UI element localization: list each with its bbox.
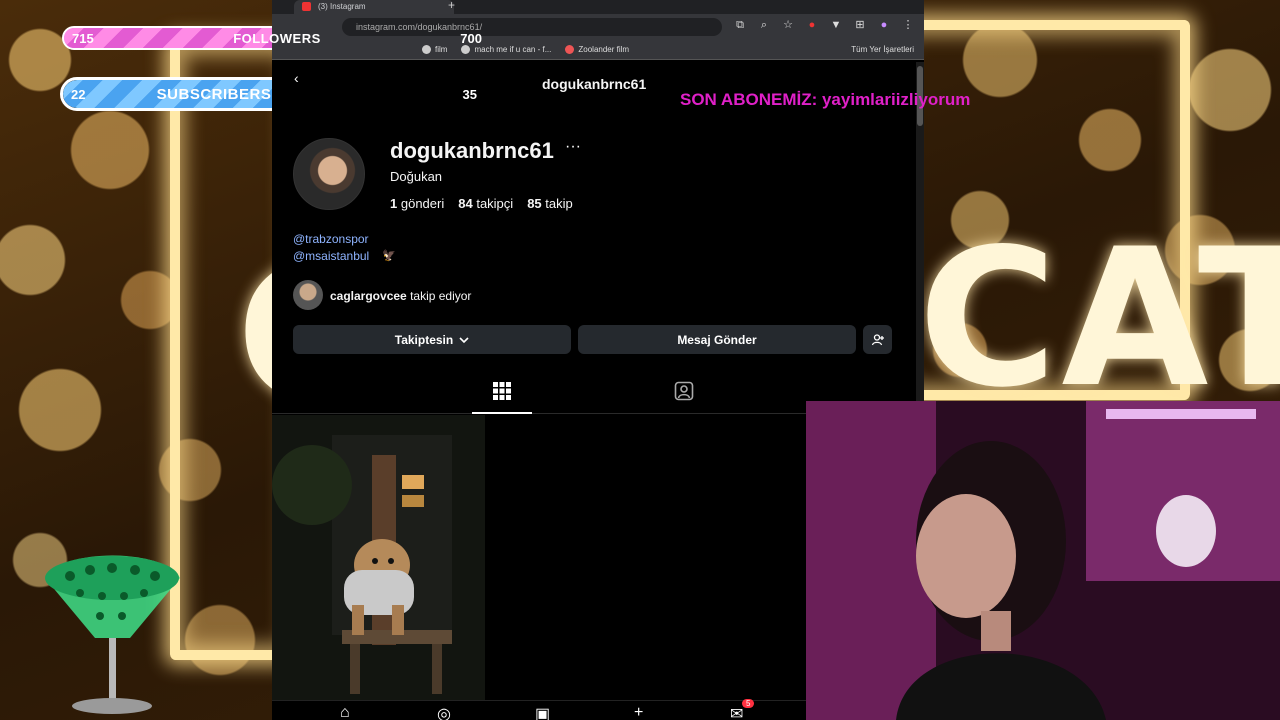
star-icon[interactable]: ☆ [782, 19, 794, 31]
menu-icon[interactable]: ⋮ [902, 19, 914, 31]
header-username: dogukanbrnc61 [542, 76, 647, 92]
followers-stat[interactable]: 84 takipçi [458, 196, 513, 211]
tab-title: (3) Instagram [318, 2, 366, 11]
instagram-favicon-icon [302, 2, 311, 11]
followed-by-avatar[interactable] [293, 280, 323, 310]
home-icon[interactable]: ⌂ [340, 704, 356, 720]
subscribers-label: SUBSCRIBERS [156, 85, 272, 103]
profile-avatar[interactable] [293, 138, 365, 210]
bio-link-msaistanbul[interactable]: @msaistanbul [293, 249, 369, 263]
send-message-button[interactable]: Mesaj Gönder [578, 325, 856, 354]
add-person-icon [871, 333, 884, 345]
following-stat[interactable]: 85 takip [527, 196, 573, 211]
extension-icon[interactable]: ▼ [830, 19, 842, 31]
followed-by-text[interactable]: caglargovcee takip ediyor [330, 289, 471, 303]
webcam-feed [806, 401, 1280, 720]
tagged-icon [674, 381, 694, 401]
subscribers-goal: 35 [462, 86, 477, 102]
bookmark-item[interactable]: mach me if u can - f... [461, 45, 551, 54]
browser-tab[interactable]: (3) Instagram [294, 0, 454, 14]
posts-stat: 1 gönderi [390, 196, 445, 211]
tab-bar: (3) Instagram + [272, 0, 924, 14]
reels-icon[interactable]: ▣ [535, 704, 551, 720]
bookmark-item[interactable]: Zoolander film [565, 45, 629, 54]
bookmark-icon [422, 45, 431, 54]
post-photo-dog [272, 415, 485, 700]
profile-avatar-icon[interactable]: ● [878, 19, 890, 31]
followers-goal: 700 [460, 30, 482, 46]
puzzle-icon[interactable]: ⊞ [854, 19, 866, 31]
all-bookmarks-label[interactable]: Tüm Yer İşaretleri [851, 45, 914, 54]
bio-link-trabzonspor[interactable]: @trabzonspor [293, 232, 369, 246]
tab-tagged[interactable] [652, 368, 712, 414]
followers-label: FOLLOWERS [233, 30, 321, 46]
more-icon[interactable]: ··· [565, 138, 581, 156]
profile-username: dogukanbrnc61 [390, 138, 554, 163]
create-icon[interactable]: + [634, 704, 650, 720]
profile-stats: 1 gönderi 84 takipçi 85 takip [390, 196, 573, 211]
grid-icon [493, 382, 511, 400]
back-arrow-icon[interactable]: ‹ [294, 70, 299, 86]
bio-emoji-icon: 🦅 [382, 250, 396, 262]
profile-display-name: Doğukan [390, 169, 443, 184]
zoom-icon[interactable]: ⌕ [758, 19, 770, 31]
martini-glass-decoration [45, 555, 180, 714]
explore-icon[interactable]: ◎ [437, 704, 453, 720]
extension-red-icon[interactable]: ● [806, 19, 818, 31]
neon-sign-right: CAT [918, 208, 1280, 429]
suggested-users-button[interactable] [863, 325, 892, 354]
bookmark-icon [565, 45, 575, 54]
webcam-streamer-image [806, 401, 1280, 720]
google-icon [461, 45, 471, 54]
install-icon[interactable]: ⧉ [734, 19, 746, 31]
last-subscriber-banner: SON ABONEMİZ: yayimlariizliyorum [680, 90, 971, 109]
chevron-down-icon [459, 336, 469, 343]
post-thumbnail[interactable] [272, 415, 485, 700]
new-tab-icon[interactable]: + [448, 0, 455, 12]
bookmark-item[interactable]: film [422, 45, 447, 54]
tab-posts-grid[interactable] [472, 368, 532, 414]
notification-badge: 5 [742, 699, 755, 708]
following-button[interactable]: Takiptesin [293, 325, 571, 354]
